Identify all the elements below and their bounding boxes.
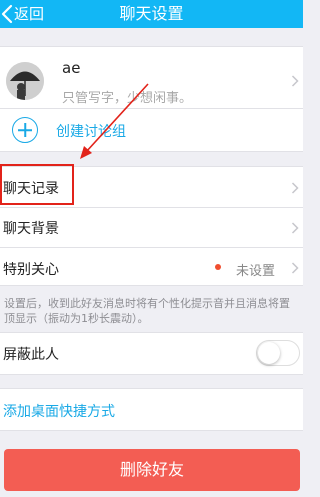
chevron-right-icon[interactable] (291, 75, 299, 87)
special-care-value: 未设置 (236, 264, 276, 279)
chevron-right-icon (291, 262, 299, 274)
profile-signature: 只管写字，少想闲事。 (62, 91, 193, 106)
status-dot (215, 264, 221, 270)
highlight-box (0, 164, 74, 205)
toggle-knob (258, 342, 280, 364)
special-care-label: 特别关心 (3, 262, 59, 278)
special-care-hint: 设置后，收到此好友消息时将有个性化提示音并且消息将置顶显示（振动为1秒长震动）。 (4, 297, 290, 325)
block-toggle[interactable] (256, 340, 300, 366)
avatar[interactable] (6, 62, 44, 100)
chat-background-label: 聊天背景 (3, 221, 59, 237)
chevron-right-icon (291, 182, 299, 194)
nav-bar: 返回 聊天设置 (0, 0, 303, 28)
create-group-label: 创建讨论组 (56, 124, 126, 140)
add-circle-icon (12, 117, 38, 143)
delete-friend-button[interactable]: 删除好友 (4, 449, 300, 491)
page-title: 聊天设置 (119, 4, 184, 23)
add-shortcut-link[interactable]: 添加桌面快捷方式 (3, 401, 115, 421)
avatar-image (6, 62, 44, 100)
block-label: 屏蔽此人 (3, 347, 59, 363)
profile-name: ae (62, 59, 81, 77)
chevron-right-icon (291, 222, 299, 234)
